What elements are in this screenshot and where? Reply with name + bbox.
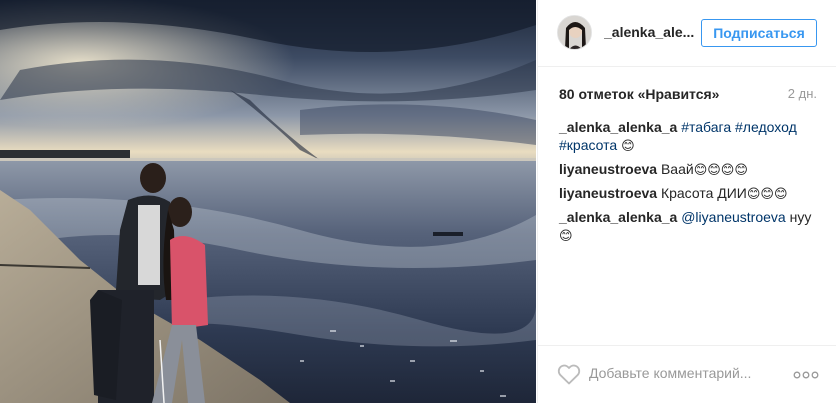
comment-author[interactable]: liyaneustroeva <box>559 161 657 177</box>
avatar[interactable] <box>557 15 592 50</box>
post-time[interactable]: 2 дн. <box>788 86 817 101</box>
smile-emoji: 😊 <box>559 229 573 244</box>
username-link[interactable]: _alenka_ale... <box>604 24 694 40</box>
comment-item: _alenka_alenka_a #табага #ледоход #красо… <box>559 118 817 156</box>
likes-count[interactable]: 80 отметок «Нравится» <box>559 86 719 102</box>
smile-emoji: 😊😊😊 <box>746 187 788 202</box>
instagram-post: _alenka_ale... Подписаться 80 отметок «Н… <box>0 0 836 403</box>
smile-emoji: 😊 <box>621 139 635 154</box>
comment-text: Ваай <box>660 161 694 177</box>
ellipsis-icon[interactable] <box>793 368 819 380</box>
smile-emoji: 😊😊😊😊 <box>693 163 748 178</box>
comment-input[interactable] <box>589 362 779 384</box>
post-footer <box>538 345 836 404</box>
comment-text: нуу <box>789 209 812 225</box>
hashtag-link[interactable]: #красота <box>559 137 617 153</box>
hashtag-link[interactable]: #ледоход <box>735 119 797 135</box>
heart-icon[interactable] <box>557 363 581 385</box>
likes-row: 80 отметок «Нравится» 2 дн. <box>559 86 817 104</box>
hashtag-link[interactable]: #табага <box>681 119 731 135</box>
comment-item: _alenka_alenka_a @liyaneustroeva нуу 😊 <box>559 208 817 246</box>
comment-text: Красота ДИИ <box>660 185 747 201</box>
comment-author[interactable]: _alenka_alenka_a <box>559 119 677 135</box>
comments-list: _alenka_alenka_a #табага #ледоход #красо… <box>559 118 817 250</box>
follow-button[interactable]: Подписаться <box>701 19 817 47</box>
comment-item: liyaneustroeva Ваай😊😊😊😊 <box>559 160 817 180</box>
mention-link[interactable]: @liyaneustroeva <box>681 209 786 225</box>
lake-photo-image <box>0 0 536 403</box>
avatar-image <box>558 16 591 49</box>
comment-item: liyaneustroeva Красота ДИИ😊😊😊 <box>559 184 817 204</box>
post-side-panel: _alenka_ale... Подписаться 80 отметок «Н… <box>537 0 836 403</box>
post-header: _alenka_ale... Подписаться <box>538 0 836 67</box>
post-photo[interactable] <box>0 0 536 403</box>
comment-author[interactable]: _alenka_alenka_a <box>559 209 677 225</box>
comment-author[interactable]: liyaneustroeva <box>559 185 657 201</box>
